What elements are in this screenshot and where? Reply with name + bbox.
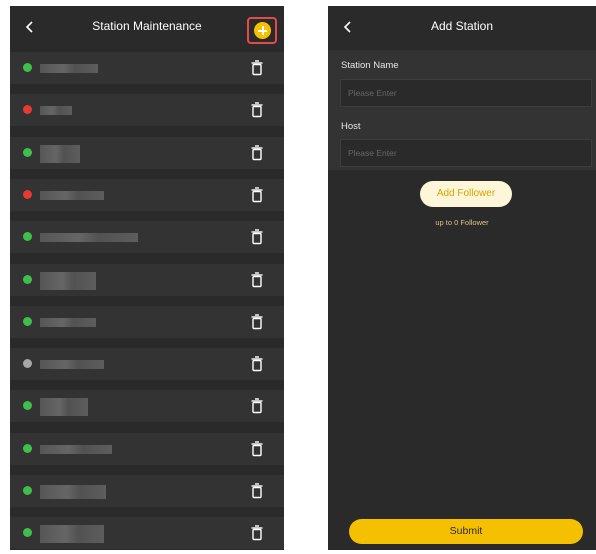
status-dot (23, 274, 32, 284)
station-name-input[interactable]: Please Enter (340, 79, 592, 107)
trash-icon[interactable] (250, 483, 264, 499)
trash-icon[interactable] (250, 314, 264, 330)
redacted-station-name (40, 106, 72, 116)
station-row[interactable] (10, 475, 284, 507)
station-row[interactable] (10, 94, 284, 127)
redacted-station-name (40, 233, 138, 243)
redacted-station-name (40, 398, 88, 417)
top-bar: Add Station (328, 6, 596, 48)
station-row[interactable] (10, 517, 284, 550)
redacted-station-name (40, 317, 96, 327)
status-dot (23, 359, 32, 369)
redacted-station-name (40, 271, 96, 290)
host-input[interactable]: Please Enter (340, 139, 592, 167)
add-station-screen: Add Station Station Name Please Enter Ho… (328, 6, 596, 550)
status-dot (23, 189, 32, 199)
redacted-station-name (40, 360, 104, 370)
status-dot (23, 63, 32, 72)
submit-button[interactable]: Submit (349, 519, 583, 544)
status-dot (23, 528, 32, 538)
redacted-station-name (40, 485, 106, 499)
station-row[interactable] (10, 52, 284, 84)
station-row[interactable] (10, 263, 284, 296)
trash-icon[interactable] (250, 102, 264, 118)
status-dot (23, 443, 32, 453)
status-dot (23, 105, 32, 115)
trash-icon[interactable] (250, 525, 264, 541)
trash-icon[interactable] (250, 60, 264, 76)
station-row[interactable] (10, 348, 284, 381)
redacted-station-name (40, 444, 112, 454)
trash-icon[interactable] (250, 271, 264, 288)
status-dot (23, 401, 32, 411)
trash-icon[interactable] (250, 398, 264, 414)
plus-circle-icon (254, 22, 271, 39)
station-row[interactable] (10, 221, 284, 254)
trash-icon[interactable] (250, 229, 264, 245)
station-maintenance-screen: Station Maintenance (10, 6, 284, 550)
add-follower-button[interactable]: Add Follower (420, 181, 512, 207)
trash-icon[interactable] (250, 356, 264, 372)
station-row[interactable] (10, 432, 284, 465)
page-title: Station Maintenance (92, 19, 202, 33)
station-row[interactable] (10, 178, 284, 211)
trash-icon[interactable] (250, 440, 264, 457)
add-station-button[interactable] (247, 17, 277, 44)
station-row[interactable] (10, 136, 284, 169)
station-row[interactable] (10, 390, 284, 423)
redacted-station-name (40, 525, 104, 544)
trash-icon[interactable] (250, 187, 264, 203)
station-form: Station Name Please Enter Host Please En… (328, 50, 596, 170)
redacted-station-name (40, 64, 98, 73)
top-bar: Station Maintenance (10, 6, 284, 48)
status-dot (23, 147, 32, 157)
status-dot (23, 486, 32, 495)
trash-icon[interactable] (250, 144, 264, 161)
host-label: Host (341, 121, 361, 132)
follower-limit-hint: up to 0 Follower (435, 218, 489, 227)
station-row[interactable] (10, 305, 284, 338)
status-dot (23, 316, 32, 326)
redacted-station-name (40, 144, 80, 163)
redacted-station-name (40, 190, 104, 200)
status-dot (23, 232, 32, 242)
page-title: Add Station (430, 19, 494, 33)
station-name-label: Station Name (341, 60, 399, 71)
